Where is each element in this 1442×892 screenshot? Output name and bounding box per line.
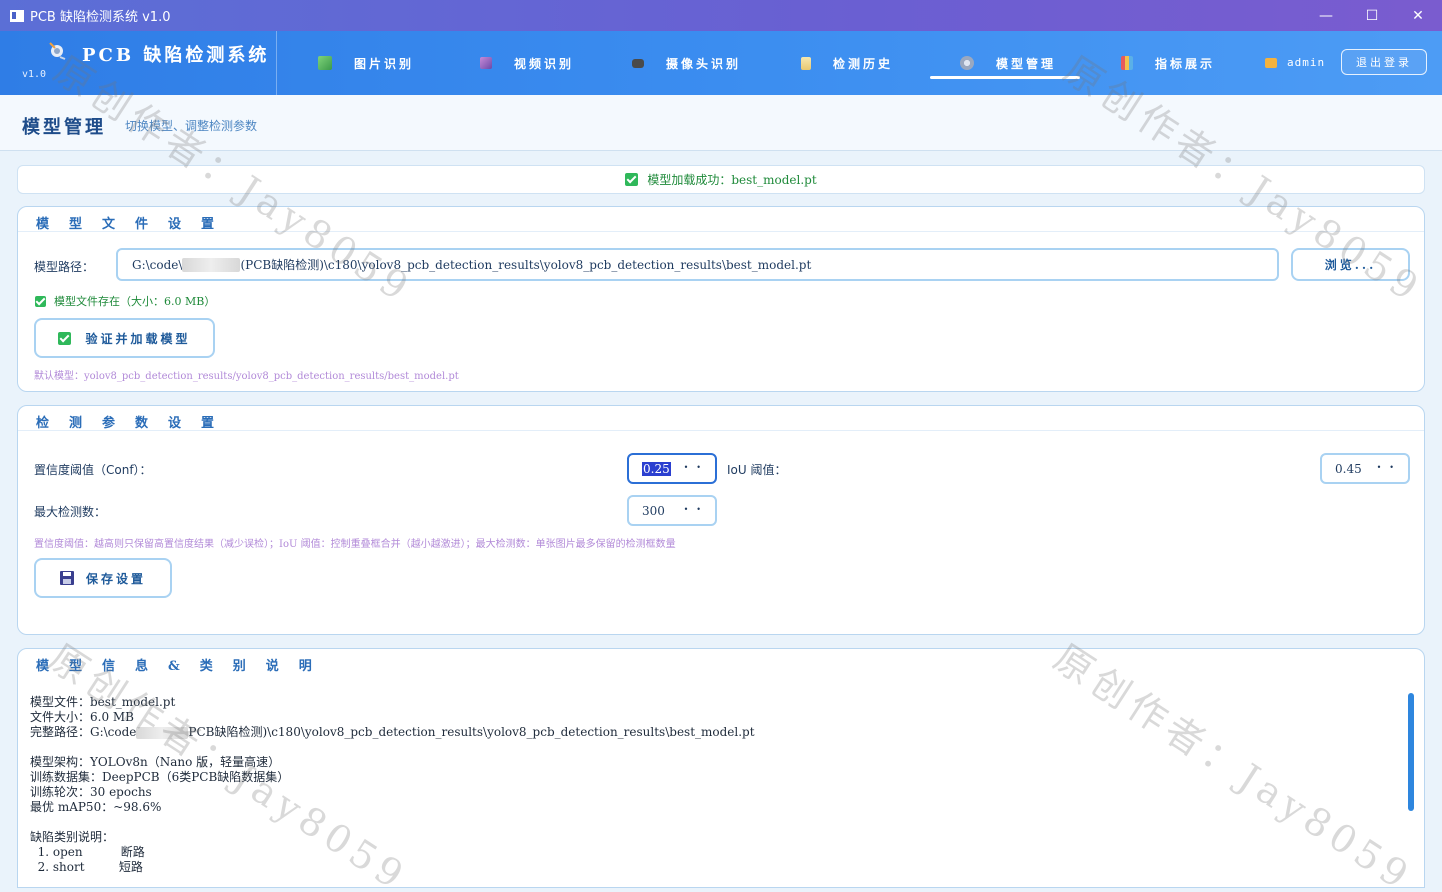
brand-logo-icon xyxy=(49,42,66,60)
file-exists-text: 模型文件存在（大小：6.0 MB） xyxy=(54,295,216,308)
chart-icon xyxy=(1121,56,1133,70)
divider xyxy=(18,430,1424,431)
detection-params-panel: 检测参数设置 置信度阈值（Conf）： 0.25 •• IoU 阈值： 0.45… xyxy=(17,405,1425,635)
check-icon xyxy=(35,295,46,307)
iou-value: 0.45 xyxy=(1335,461,1362,476)
info-line: 最优 mAP50：~98.6% xyxy=(30,800,162,814)
status-text: 模型加载成功：best_model.pt xyxy=(647,173,817,187)
info-line: 模型文件：best_model.pt xyxy=(30,695,176,709)
save-settings-button[interactable]: 保存设置 xyxy=(34,558,172,598)
brand: PCB 缺陷检测系统 v1.0 xyxy=(0,31,277,95)
info-line: 1. open 断路 xyxy=(30,845,145,859)
file-exists-status: 模型文件存在（大小：6.0 MB） xyxy=(35,293,215,309)
page-subtitle: 切换模型、调整检测参数 xyxy=(125,119,258,133)
video-icon xyxy=(480,57,492,69)
user-icon xyxy=(1265,57,1277,68)
nav-label: 指标展示 xyxy=(1155,56,1216,71)
info-line: 2. short 短路 xyxy=(30,860,143,874)
model-info-panel: 模型信息&类别说明 模型文件：best_model.pt 文件大小：6.0 MB… xyxy=(17,648,1425,888)
info-line: 缺陷类别说明： xyxy=(30,830,115,844)
load-model-button[interactable]: 验证并加载模型 xyxy=(34,318,215,358)
iou-spinbox[interactable]: 0.45 •• xyxy=(1320,453,1410,484)
brand-version: v1.0 xyxy=(22,69,47,80)
save-icon xyxy=(59,571,74,585)
info-line: PCB缺陷检测)\c180\yolov8_pcb_detection_resul… xyxy=(188,725,755,739)
logout-button[interactable]: 退出登录 xyxy=(1341,49,1427,75)
redacted-segment xyxy=(136,726,189,739)
spin-arrows-icon[interactable]: •• xyxy=(684,505,709,514)
default-model-hint: 默认模型：yolov8_pcb_detection_results/yolov8… xyxy=(34,371,459,382)
info-scrollbar[interactable] xyxy=(1408,693,1414,811)
browse-button[interactable]: 浏览... xyxy=(1291,248,1410,281)
path-prefix: G:\code\ xyxy=(132,257,183,272)
gear-icon xyxy=(960,56,974,70)
nav-video-recognition[interactable]: 视频识别 xyxy=(480,51,574,75)
panel-title: 模型文件设置 xyxy=(36,217,235,232)
info-line: 文件大小：6.0 MB xyxy=(30,710,135,724)
conf-spinbox[interactable]: 0.25 •• xyxy=(627,453,717,484)
nav-label: 摄像头识别 xyxy=(666,56,742,71)
redacted-segment xyxy=(182,257,241,272)
model-info-text: 模型文件：best_model.pt 文件大小：6.0 MB 完整路径：G:\c… xyxy=(30,695,755,875)
info-line: 训练轮次：30 epochs xyxy=(30,785,152,799)
model-file-panel: 模型文件设置 模型路径： G:\code\ (PCB缺陷检测)\c180\yol… xyxy=(17,206,1425,392)
nav-metrics[interactable]: 指标展示 xyxy=(1121,51,1215,75)
conf-label: 置信度阈值（Conf）： xyxy=(34,463,152,477)
spin-arrows-icon[interactable]: •• xyxy=(684,463,709,472)
model-path-label: 模型路径： xyxy=(34,260,95,274)
nav-label: 视频识别 xyxy=(514,56,575,71)
max-det-label: 最大检测数： xyxy=(34,505,107,519)
window-titlebar: PCB 缺陷检测系统 v1.0 — ☐ ✕ xyxy=(0,0,1442,31)
page-header: 模型管理 切换模型、调整检测参数 xyxy=(0,95,1442,151)
divider xyxy=(18,231,1424,232)
nav-label: 检测历史 xyxy=(833,56,894,71)
conf-value: 0.25 xyxy=(642,461,671,476)
nav-label: 图片识别 xyxy=(354,56,415,71)
maximize-button[interactable]: ☐ xyxy=(1349,0,1395,31)
info-line: 完整路径：G:\code xyxy=(30,725,137,739)
load-model-label: 验证并加载模型 xyxy=(85,331,191,346)
path-suffix: (PCB缺陷检测)\c180\yolov8_pcb_detection_resu… xyxy=(240,258,812,272)
user-info: admin xyxy=(1265,56,1325,69)
check-icon xyxy=(625,173,639,186)
username: admin xyxy=(1287,56,1326,69)
nav-model-management[interactable]: 模型管理 xyxy=(960,51,1056,75)
active-nav-indicator xyxy=(930,76,1080,79)
save-settings-label: 保存设置 xyxy=(85,571,146,586)
image-icon xyxy=(318,56,332,70)
panel-title: 检测参数设置 xyxy=(36,416,235,431)
nav-label: 模型管理 xyxy=(996,56,1057,71)
window-title: PCB 缺陷检测系统 v1.0 xyxy=(30,10,171,25)
nav-camera-recognition[interactable]: 摄像头识别 xyxy=(632,51,741,75)
load-status-bar: 模型加载成功：best_model.pt xyxy=(17,165,1425,194)
model-path-input[interactable]: G:\code\ (PCB缺陷检测)\c180\yolov8_pcb_detec… xyxy=(116,248,1279,281)
info-line: 模型架构：YOLOv8n（Nano 版，轻量高速） xyxy=(30,755,281,769)
top-navbar: PCB 缺陷检测系统 v1.0 图片识别 视频识别 摄像头识别 检测历史 模型管… xyxy=(0,31,1442,95)
camera-icon xyxy=(632,58,644,68)
history-icon xyxy=(801,56,811,70)
panel-title: 模型信息&类别说明 xyxy=(36,659,332,674)
nav-image-recognition[interactable]: 图片识别 xyxy=(318,51,414,75)
params-hint: 置信度阈值：越高则只保留高置信度结果（减少误检）；IoU 阈值：控制重叠框合并（… xyxy=(34,539,676,550)
page-title: 模型管理 xyxy=(22,117,106,138)
brand-name: PCB 缺陷检测系统 xyxy=(82,45,270,66)
nav-history[interactable]: 检测历史 xyxy=(801,51,893,75)
minimize-button[interactable]: — xyxy=(1303,0,1349,31)
max-det-spinbox[interactable]: 300 •• xyxy=(627,495,717,526)
info-line: 训练数据集：DeepPCB（6类PCB缺陷数据集） xyxy=(30,770,290,784)
iou-label: IoU 阈值： xyxy=(727,463,787,477)
app-icon xyxy=(10,9,24,22)
close-button[interactable]: ✕ xyxy=(1395,0,1441,31)
spin-arrows-icon[interactable]: •• xyxy=(1377,463,1402,472)
check-icon xyxy=(58,331,72,345)
max-det-value: 300 xyxy=(642,503,665,518)
